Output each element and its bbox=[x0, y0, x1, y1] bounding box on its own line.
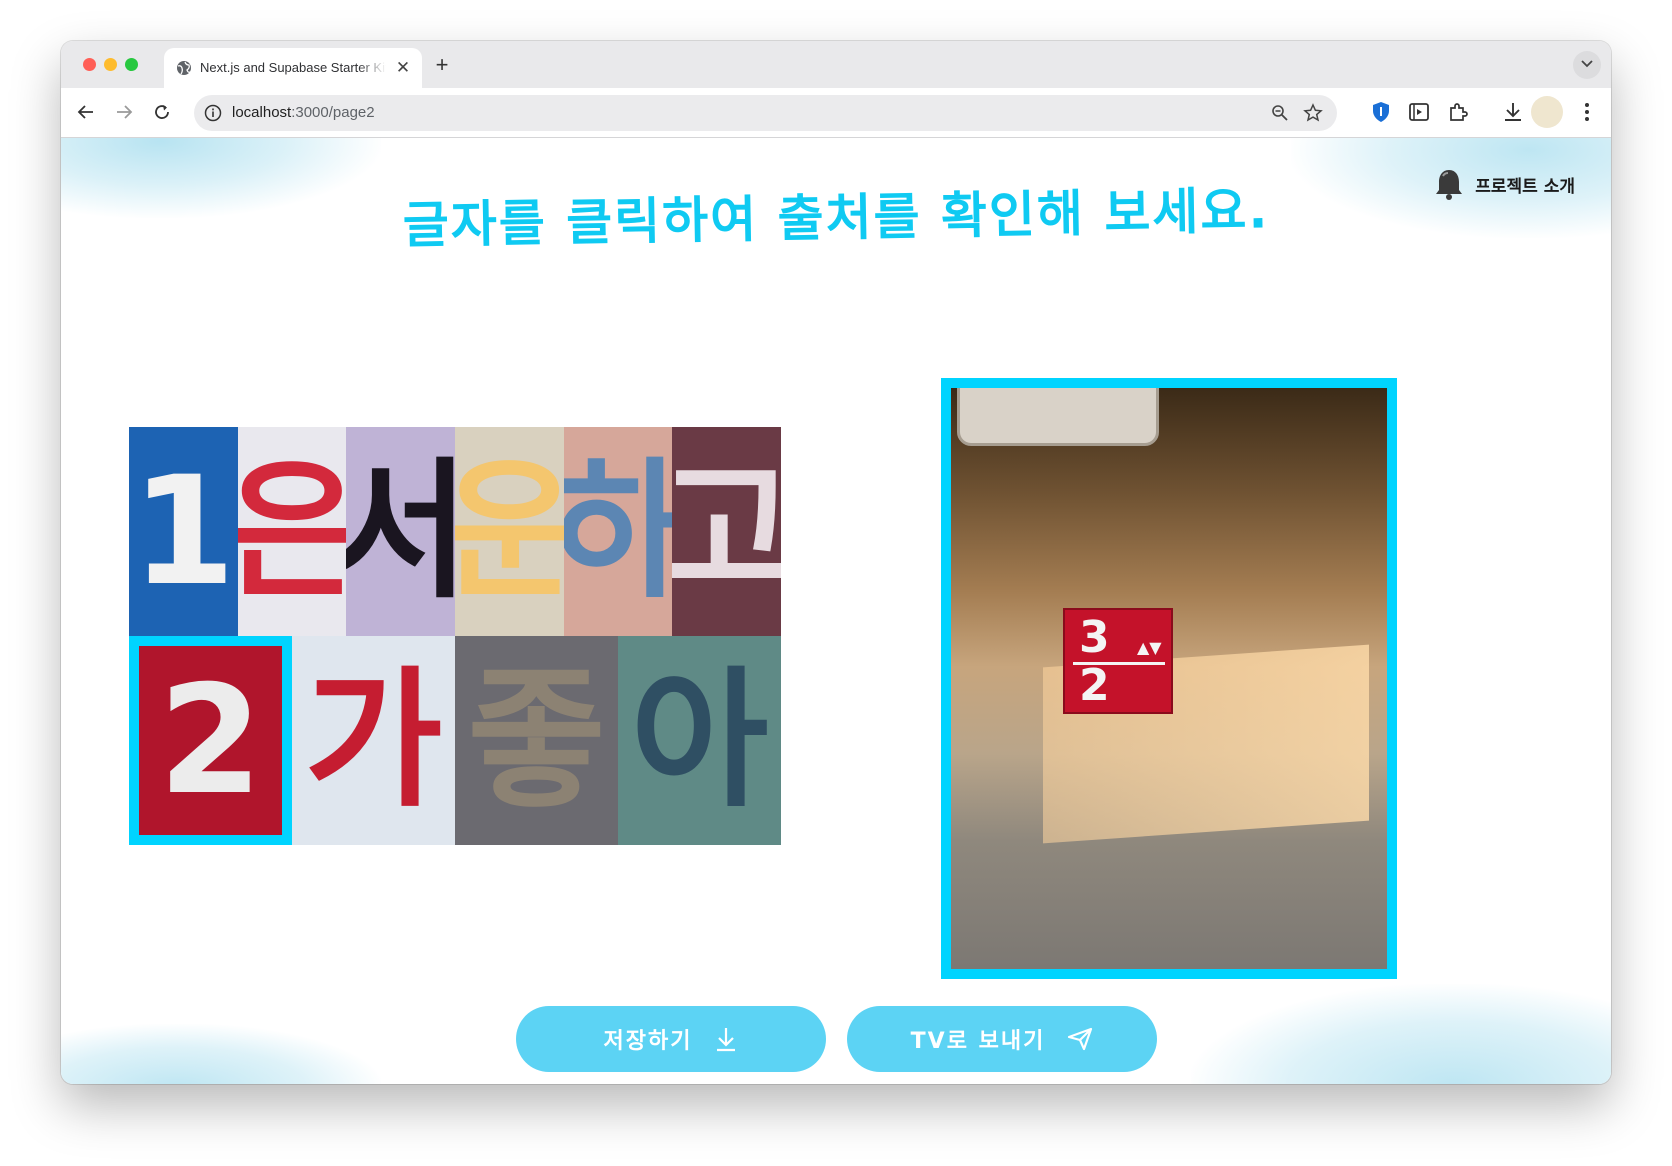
letter-tile-glyph: 고 bbox=[672, 444, 782, 619]
globe-icon bbox=[177, 61, 191, 75]
decorative-splatter bbox=[1191, 984, 1611, 1084]
letter-tile-glyph: 운 bbox=[455, 444, 564, 619]
tab-title: Next.js and Supabase Starter Kit bbox=[200, 60, 386, 75]
chevron-down-icon bbox=[1581, 60, 1593, 68]
page-content: 프로젝트 소개 글자를 클릭하여 출처를 확인해 보세요. 1은서운하고 2가좋… bbox=[61, 138, 1611, 1084]
letter-tile[interactable]: 운 bbox=[455, 427, 564, 636]
letter-tile[interactable]: 고 bbox=[672, 427, 782, 636]
letter-tile[interactable]: 서 bbox=[346, 427, 456, 636]
send-paper-plane-icon bbox=[1068, 1027, 1093, 1051]
letter-tile-glyph: 아 bbox=[630, 653, 769, 828]
minimize-window-button[interactable] bbox=[104, 58, 117, 71]
password-manager-shield-icon[interactable] bbox=[1369, 100, 1393, 124]
decorative-splatter bbox=[61, 1024, 381, 1084]
source-photo: 3 2 ▲▼ bbox=[951, 388, 1387, 969]
letter-tile[interactable]: 은 bbox=[237, 427, 347, 636]
forward-arrow-icon bbox=[117, 105, 133, 119]
letter-tile[interactable]: 1 bbox=[129, 427, 238, 636]
url-path: :3000/page2 bbox=[291, 104, 375, 121]
letter-tile-glyph: 서 bbox=[346, 444, 456, 619]
letter-tile-glyph: 2 bbox=[158, 653, 263, 828]
active-tab[interactable]: Next.js and Supabase Starter Kit ✕ bbox=[164, 48, 422, 88]
back-arrow-icon bbox=[77, 105, 93, 119]
more-menu-icon[interactable] bbox=[1579, 100, 1595, 124]
floor-sign-lower: 2 bbox=[1079, 660, 1110, 711]
page-title: 글자를 클릭하여 출처를 확인해 보세요. bbox=[402, 181, 1270, 255]
profile-avatar[interactable] bbox=[1531, 96, 1563, 128]
new-tab-button[interactable]: + bbox=[427, 50, 457, 80]
letter-tile[interactable]: 좋 bbox=[455, 636, 618, 845]
floor-sign: 3 2 ▲▼ bbox=[1063, 608, 1173, 714]
url-text[interactable]: localhost:3000/page2 bbox=[232, 104, 375, 121]
letter-tile[interactable]: 가 bbox=[292, 636, 455, 845]
tab-strip: Next.js and Supabase Starter Kit ✕ + bbox=[61, 41, 1611, 88]
forward-button[interactable] bbox=[111, 100, 137, 126]
url-host: localhost bbox=[232, 104, 292, 121]
tab-search-button[interactable] bbox=[1573, 51, 1601, 79]
send-to-tv-button[interactable]: TV로 보내기 bbox=[847, 1006, 1157, 1072]
floor-sign-arrows: ▲▼ bbox=[1137, 638, 1162, 657]
download-icon bbox=[717, 1028, 736, 1052]
letter-tile[interactable]: 아 bbox=[618, 636, 781, 845]
letter-tile-glyph: 좋 bbox=[467, 653, 606, 828]
zoom-icon[interactable] bbox=[1271, 104, 1289, 122]
close-tab-icon[interactable]: ✕ bbox=[394, 59, 412, 77]
send-to-tv-button-label: TV로 보내기 bbox=[910, 1029, 1046, 1054]
browser-toolbar: localhost:3000/page2 bbox=[61, 88, 1611, 138]
letter-tile[interactable]: 2 bbox=[129, 636, 292, 845]
save-button[interactable]: 저장하기 bbox=[516, 1006, 826, 1072]
download-icon[interactable] bbox=[1501, 100, 1525, 124]
maximize-window-button[interactable] bbox=[125, 58, 138, 71]
letter-mosaic: 1은서운하고 2가좋아 bbox=[129, 427, 782, 845]
reload-button[interactable] bbox=[149, 100, 175, 126]
source-photo-frame: 3 2 ▲▼ bbox=[941, 378, 1397, 979]
back-button[interactable] bbox=[73, 100, 99, 126]
address-bar[interactable]: localhost:3000/page2 bbox=[194, 95, 1337, 131]
ceiling-fixture bbox=[957, 388, 1159, 446]
extensions-puzzle-icon[interactable] bbox=[1446, 100, 1470, 124]
browser-window: Next.js and Supabase Starter Kit ✕ + loc… bbox=[61, 41, 1611, 1084]
close-window-button[interactable] bbox=[83, 58, 96, 71]
letter-tile-glyph: 하 bbox=[563, 444, 673, 619]
bookmark-star-icon[interactable] bbox=[1303, 103, 1323, 123]
letter-tile[interactable]: 하 bbox=[563, 427, 673, 636]
floor-sign-upper: 3 bbox=[1079, 612, 1110, 663]
letter-tile-glyph: 은 bbox=[237, 444, 347, 619]
reload-icon bbox=[155, 105, 169, 119]
media-control-icon[interactable] bbox=[1407, 100, 1431, 124]
site-info-icon[interactable] bbox=[204, 104, 222, 122]
save-button-label: 저장하기 bbox=[603, 1029, 693, 1054]
letter-tile-glyph: 1 bbox=[131, 444, 236, 619]
letter-tile-glyph: 가 bbox=[304, 653, 443, 828]
